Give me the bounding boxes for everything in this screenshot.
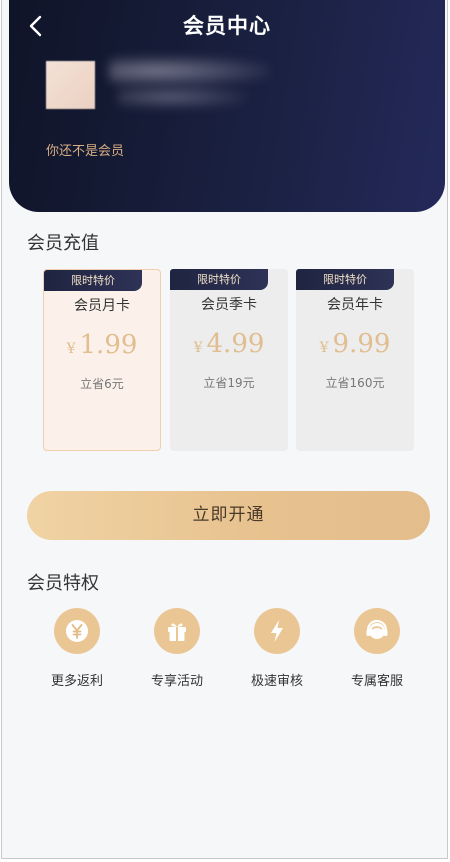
plan-name: 会员季卡 [201, 297, 257, 313]
privileges-list: 更多返利 专享活动 极速审核 专属客服 [27, 608, 427, 689]
app-frame: 会员中心 你还不是会员 会员充值 限时特价 会员月卡 ¥1.99 立省6元 限时… [1, 0, 448, 859]
plan-card-quarterly[interactable]: 限时特价 会员季卡 ¥4.99 立省19元 [170, 269, 288, 451]
plan-saving: 立省19元 [203, 376, 255, 390]
open-membership-button[interactable]: 立即开通 [27, 491, 430, 540]
recharge-section-title: 会员充值 [27, 233, 99, 254]
plan-card-yearly[interactable]: 限时特价 会员年卡 ¥9.99 立省160元 [296, 269, 414, 451]
currency-symbol: ¥ [193, 340, 203, 356]
privilege-label: 专享活动 [150, 674, 203, 689]
plan-cards: 限时特价 会员月卡 ¥1.99 立省6元 限时特价 会员季卡 ¥4.99 立省1… [43, 269, 415, 453]
avatar [46, 61, 95, 109]
plan-name: 会员月卡 [74, 298, 130, 314]
price-amount: 4.99 [206, 329, 265, 359]
membership-status: 你还不是会员 [46, 144, 125, 159]
gift-icon [154, 608, 200, 654]
blurred-username [109, 56, 269, 86]
member-header: 会员中心 你还不是会员 [9, 0, 445, 212]
plan-price: ¥4.99 [170, 329, 288, 359]
plan-card-monthly[interactable]: 限时特价 会员月卡 ¥1.99 立省6元 [43, 269, 161, 451]
limited-offer-tag: 限时特价 [170, 269, 268, 290]
privilege-label: 极速审核 [250, 674, 303, 689]
privilege-rebate[interactable]: 更多返利 [27, 608, 127, 689]
plan-name: 会员年卡 [327, 297, 383, 313]
headset-icon [354, 608, 400, 654]
blurred-user-info [117, 86, 247, 108]
privilege-exclusive-events[interactable]: 专享活动 [127, 608, 227, 689]
yen-coin-icon [54, 608, 100, 654]
privileges-section-title: 会员特权 [27, 573, 99, 594]
currency-symbol: ¥ [319, 340, 329, 356]
limited-offer-tag: 限时特价 [44, 270, 142, 291]
limited-offer-tag: 限时特价 [296, 269, 394, 290]
privilege-dedicated-service[interactable]: 专属客服 [327, 608, 427, 689]
plan-saving: 立省160元 [325, 376, 385, 390]
plan-saving: 立省6元 [80, 377, 124, 391]
plan-price: ¥9.99 [296, 329, 414, 359]
currency-symbol: ¥ [66, 341, 76, 357]
price-amount: 9.99 [332, 329, 391, 359]
privilege-label: 更多返利 [50, 674, 103, 689]
lightning-icon [254, 608, 300, 654]
page-title: 会员中心 [183, 14, 271, 38]
privilege-label: 专属客服 [350, 674, 403, 689]
plan-price: ¥1.99 [44, 330, 160, 360]
privilege-fast-review[interactable]: 极速审核 [227, 608, 327, 689]
price-amount: 1.99 [79, 330, 138, 360]
